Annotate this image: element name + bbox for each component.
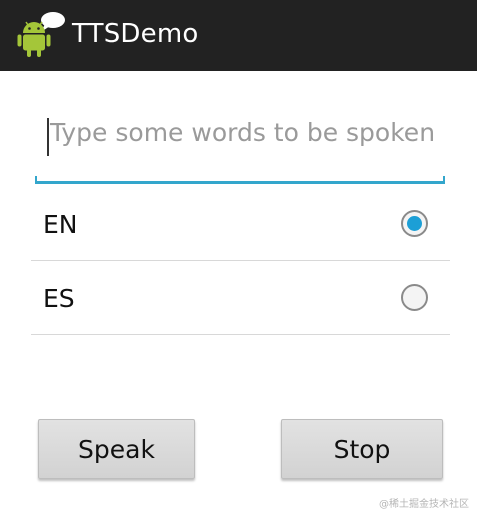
radio-button-en[interactable]	[401, 210, 428, 237]
input-underline-tick-right	[443, 176, 445, 184]
radio-label-en: EN	[43, 210, 78, 239]
radio-label-es: ES	[43, 284, 75, 313]
watermark: @稀土掘金技术社区	[379, 499, 469, 510]
input-placeholder: Type some words to be spoken	[50, 118, 436, 147]
android-app-icon	[17, 12, 65, 57]
stop-button[interactable]: Stop	[281, 419, 443, 479]
radio-selected-dot	[407, 216, 422, 231]
radio-option-en[interactable]: EN	[31, 188, 450, 261]
radio-button-es[interactable]	[401, 284, 428, 311]
app-title: TTSDemo	[72, 19, 199, 49]
speak-button[interactable]: Speak	[38, 419, 195, 479]
input-underline	[35, 181, 445, 184]
action-bar: TTSDemo	[0, 0, 477, 71]
input-underline-tick-left	[35, 176, 37, 184]
radio-option-es[interactable]: ES	[31, 262, 450, 335]
text-caret	[47, 118, 49, 156]
speech-text-input[interactable]: Type some words to be spoken	[35, 104, 445, 184]
